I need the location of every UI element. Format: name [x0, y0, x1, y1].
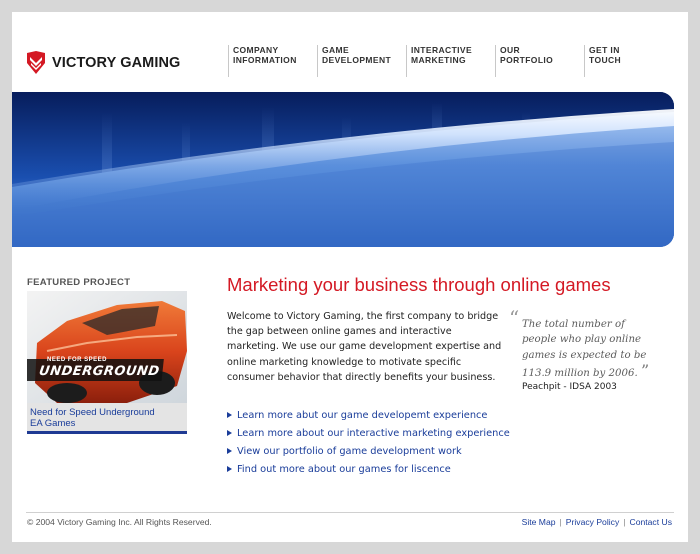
nav-label-line2: DEVELOPMENT	[322, 55, 392, 65]
nfs-underground-cover	[27, 291, 187, 403]
earth-horizon-image	[12, 92, 674, 247]
link-games-for-licence[interactable]: Find out more about our games for liscen…	[227, 463, 510, 481]
link-label: View our portfolio of game development w…	[237, 446, 462, 457]
footer-links: Site Map | Privacy Policy | Contact Us	[522, 517, 672, 527]
nav-label-line2: TOUCH	[589, 55, 622, 65]
brand-name: VICTORY GAMING	[52, 55, 181, 71]
open-quote-mark: “	[509, 306, 520, 330]
arrow-right-icon	[227, 412, 232, 418]
main-nav: COMPANY INFORMATION GAME DEVELOPMENT INT…	[228, 45, 673, 77]
nav-company-information[interactable]: COMPANY INFORMATION	[228, 45, 317, 77]
link-portfolio[interactable]: View our portfolio of game development w…	[227, 445, 510, 463]
privacy-policy-link[interactable]: Privacy Policy	[566, 517, 619, 527]
featured-project-heading: FEATURED PROJECT	[27, 277, 131, 288]
link-interactive-marketing-experience[interactable]: Learn more about our interactive marketi…	[227, 427, 510, 445]
nav-game-development[interactable]: GAME DEVELOPMENT	[317, 45, 406, 77]
link-label: Find out more about our games for liscen…	[237, 464, 451, 475]
victory-chevron-icon	[27, 51, 45, 74]
link-game-development-experience[interactable]: Learn more abut our game developemt expe…	[227, 409, 510, 427]
link-label: Learn more abut our game developemt expe…	[237, 410, 488, 421]
nav-get-in-touch[interactable]: GET IN TOUCH	[584, 45, 673, 77]
footer-separator: |	[623, 517, 626, 527]
info-links: Learn more abut our game developemt expe…	[227, 409, 510, 481]
nav-our-portfolio[interactable]: OUR PORTFOLIO	[495, 45, 584, 77]
nav-label-line1: COMPANY	[233, 45, 279, 55]
arrow-right-icon	[227, 448, 232, 454]
page-container: VICTORY GAMING COMPANY INFORMATION GAME …	[12, 12, 688, 542]
arrow-right-icon	[227, 466, 232, 472]
featured-project-image[interactable]: NEED FOR SPEED UNDERGROUND	[27, 291, 187, 403]
contact-us-link[interactable]: Contact Us	[629, 517, 672, 527]
footer-separator: |	[559, 517, 562, 527]
cover-logo-main: UNDERGROUND	[37, 364, 161, 379]
nav-label-line2: INFORMATION	[233, 55, 297, 65]
site-map-link[interactable]: Site Map	[522, 517, 556, 527]
link-label: Learn more about our interactive marketi…	[237, 428, 510, 439]
copyright-notice: © 2004 Victory Gaming Inc. All Rights Re…	[27, 517, 212, 527]
hero-banner	[12, 92, 674, 247]
nav-interactive-marketing[interactable]: INTERACTIVE MARKETING	[406, 45, 495, 77]
pull-quote: The total number of people who play onli…	[522, 317, 662, 381]
nav-label-line2: MARKETING	[411, 55, 467, 65]
featured-project-publisher[interactable]: EA Games	[30, 418, 184, 429]
footer-divider	[26, 512, 674, 513]
page-title: Marketing your business through online g…	[227, 274, 611, 295]
nav-label-line1: INTERACTIVE	[411, 45, 473, 55]
featured-project-title[interactable]: Need for Speed Underground	[30, 407, 184, 418]
close-quote-mark: ”	[640, 360, 650, 380]
nav-label-line2: PORTFOLIO	[500, 55, 554, 65]
quote-attribution: Peachpit - IDSA 2003	[522, 382, 617, 392]
arrow-right-icon	[227, 430, 232, 436]
nav-label-line1: OUR	[500, 45, 521, 55]
brand-logo[interactable]: VICTORY GAMING	[26, 50, 180, 76]
intro-paragraph: Welcome to Victory Gaming, the first com…	[227, 311, 502, 383]
nav-label-line1: GET IN	[589, 45, 620, 55]
cover-logo-top: NEED FOR SPEED	[47, 357, 108, 363]
nav-label-line1: GAME	[322, 45, 350, 55]
pull-quote-text: The total number of people who play onli…	[522, 319, 647, 379]
featured-project-caption[interactable]: Need for Speed Underground EA Games	[27, 403, 187, 434]
